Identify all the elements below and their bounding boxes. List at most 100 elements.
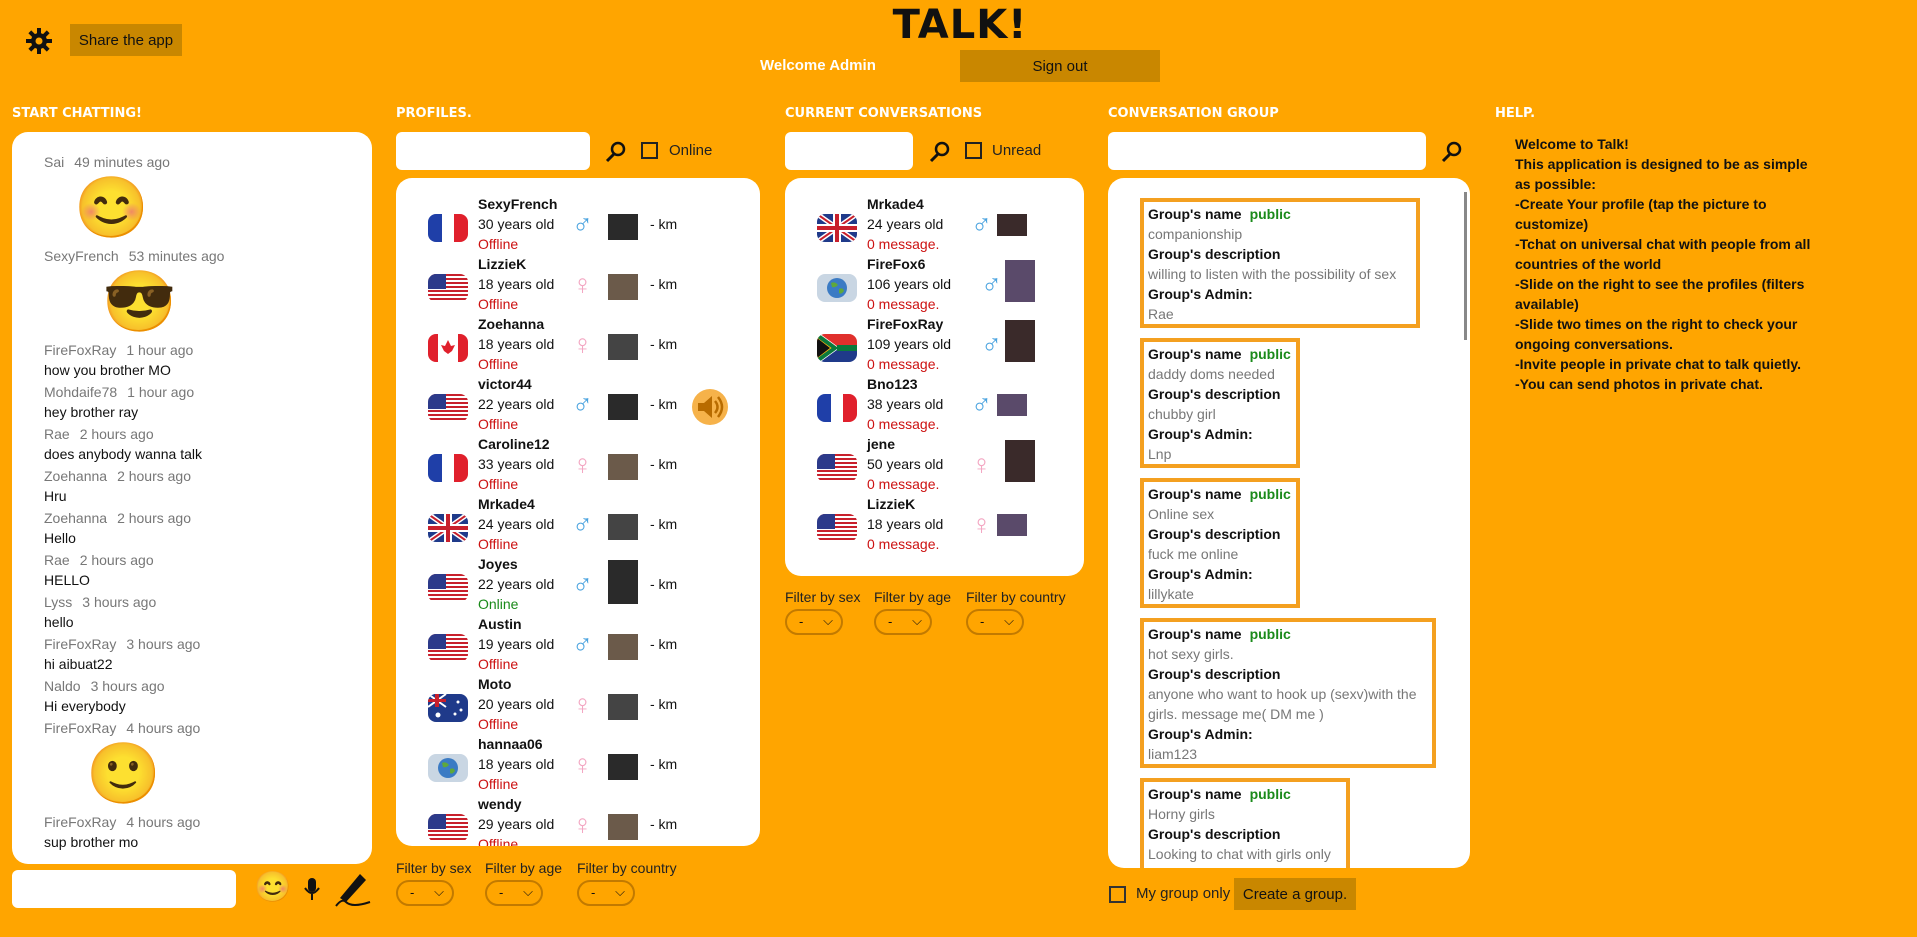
- chat-message: FireFoxRay 4 hours ago 🙂: [44, 718, 364, 810]
- profile-photo[interactable]: [608, 514, 638, 540]
- chat-username[interactable]: Rae: [44, 552, 70, 568]
- speaker-icon[interactable]: [690, 387, 730, 430]
- share-app-button[interactable]: Share the app: [70, 24, 182, 56]
- group-card[interactable]: Group's name public hot sexy girls. Group's…: [1140, 618, 1436, 768]
- chat-username[interactable]: Lyss: [44, 594, 72, 610]
- gear-icon[interactable]: [26, 28, 52, 54]
- profile-row[interactable]: Zoehanna 18 years old Offline ♀ - km: [396, 316, 760, 380]
- online-checkbox[interactable]: [641, 142, 658, 159]
- profile-photo[interactable]: [608, 454, 638, 480]
- group-public-badge: public: [1249, 346, 1291, 362]
- profile-row[interactable]: Joyes 22 years old Online ♂ - km: [396, 556, 760, 620]
- search-icon[interactable]: [604, 140, 628, 164]
- conversation-row[interactable]: jene 50 years old 0 message. ♀: [785, 436, 1084, 500]
- profiles-filter-age-select[interactable]: - ⌵: [485, 880, 543, 906]
- conversation-row[interactable]: Bno123 38 years old 0 message. ♂: [785, 376, 1084, 440]
- male-icon: ♂: [572, 509, 593, 540]
- conv-filter-country-select[interactable]: - ⌵: [966, 609, 1024, 635]
- conv-filter-sex-select[interactable]: - ⌵: [785, 609, 843, 635]
- conversation-photo[interactable]: [997, 394, 1027, 416]
- chat-username[interactable]: Sai: [44, 154, 64, 170]
- group-card[interactable]: Group's name public Online sex Group's desc…: [1140, 478, 1300, 608]
- profile-row[interactable]: Caroline12 33 years old Offline ♀ - km: [396, 436, 760, 500]
- profiles-search-input[interactable]: [396, 132, 590, 170]
- profile-age: 29 years old: [478, 816, 555, 832]
- chat-message: FireFoxRay 4 hours ago sup brother mo: [44, 812, 364, 852]
- profile-photo[interactable]: [608, 334, 638, 360]
- conversation-photo[interactable]: [997, 514, 1027, 536]
- chat-username[interactable]: Rae: [44, 426, 70, 442]
- chat-message: FireFoxRay 1 hour ago how you brother MO: [44, 340, 364, 380]
- profiles-filter-country-select[interactable]: - ⌵: [577, 880, 635, 906]
- profile-photo[interactable]: [608, 634, 638, 660]
- profile-photo[interactable]: [608, 754, 638, 780]
- microphone-icon[interactable]: [302, 876, 322, 905]
- profile-status: Offline: [478, 656, 519, 672]
- chat-panel[interactable]: Sai 49 minutes ago 😊 SexyFrench 53 minutes a…: [12, 132, 372, 864]
- chat-meta: Naldo 3 hours ago: [44, 676, 364, 696]
- group-card[interactable]: Group's name public companionship Group's d…: [1140, 198, 1420, 328]
- female-icon: ♀: [572, 809, 593, 840]
- conversations-search-input[interactable]: [785, 132, 913, 170]
- group-desc-label: Group's description: [1148, 386, 1281, 402]
- chat-username[interactable]: FireFoxRay: [44, 814, 116, 830]
- conv-filter-age-select[interactable]: - ⌵: [874, 609, 932, 635]
- chat-username[interactable]: FireFoxRay: [44, 636, 116, 652]
- female-icon: ♀: [572, 689, 593, 720]
- profiles-panel[interactable]: SexyFrench 30 years old Offline ♂ - km Lizzie…: [396, 178, 760, 846]
- profile-row[interactable]: wendy 29 years old Offline ♀ - km: [396, 796, 760, 846]
- conversation-photo[interactable]: [997, 214, 1027, 236]
- chat-time: 3 hours ago: [82, 594, 157, 610]
- conversation-row[interactable]: Mrkade4 24 years old 0 message. ♂: [785, 196, 1084, 260]
- emoji-icon[interactable]: 😊: [254, 871, 291, 905]
- chat-username[interactable]: FireFoxRay: [44, 342, 116, 358]
- chat-input[interactable]: [12, 870, 236, 908]
- profile-row[interactable]: LizzieK 18 years old Offline ♀ - km: [396, 256, 760, 320]
- search-icon[interactable]: [1440, 140, 1464, 164]
- profile-photo[interactable]: [608, 214, 638, 240]
- profile-photo[interactable]: [608, 274, 638, 300]
- profiles-filter-sex-select[interactable]: - ⌵: [396, 880, 454, 906]
- select-value: -: [888, 614, 893, 629]
- unread-checkbox[interactable]: [965, 142, 982, 159]
- profile-photo[interactable]: [608, 394, 638, 420]
- drawing-pen-icon[interactable]: [332, 868, 372, 911]
- profile-row[interactable]: Mrkade4 24 years old Offline ♂ - km: [396, 496, 760, 560]
- conversation-photo[interactable]: [1005, 260, 1035, 302]
- conversation-photo[interactable]: [1005, 320, 1035, 362]
- chat-username[interactable]: Naldo: [44, 678, 81, 694]
- profile-photo[interactable]: [608, 814, 638, 840]
- profile-photo[interactable]: [608, 694, 638, 720]
- chat-username[interactable]: Zoehanna: [44, 468, 107, 484]
- profile-photo[interactable]: [608, 560, 638, 604]
- select-value: -: [980, 614, 985, 629]
- conversation-photo[interactable]: [1005, 440, 1035, 482]
- group-card[interactable]: Group's name public daddy doms needed Group…: [1140, 338, 1300, 468]
- profile-row[interactable]: SexyFrench 30 years old Offline ♂ - km: [396, 196, 760, 260]
- group-name-label-row: Group's name public: [1148, 784, 1342, 804]
- group-card[interactable]: Group's name public Horny girls Group's des…: [1140, 778, 1350, 868]
- chat-username[interactable]: SexyFrench: [44, 248, 119, 264]
- conversation-row[interactable]: FireFoxRay 109 years old 0 message. ♂: [785, 316, 1084, 380]
- conversation-row[interactable]: LizzieK 18 years old 0 message. ♀: [785, 496, 1084, 560]
- profile-row[interactable]: Moto 20 years old Offline ♀ - km: [396, 676, 760, 740]
- female-icon: ♀: [572, 449, 593, 480]
- profile-age: 18 years old: [478, 756, 555, 772]
- groups-search-input[interactable]: [1108, 132, 1426, 170]
- conversations-panel[interactable]: Mrkade4 24 years old 0 message. ♂ FireFox6 10…: [785, 178, 1084, 576]
- groups-scrollbar[interactable]: [1464, 192, 1467, 340]
- search-icon[interactable]: [928, 140, 952, 164]
- my-group-only-checkbox[interactable]: [1109, 886, 1126, 903]
- groups-panel[interactable]: Group's name public companionship Group's d…: [1108, 178, 1470, 868]
- profile-row[interactable]: Austin 19 years old Offline ♂ - km: [396, 616, 760, 680]
- sign-out-button[interactable]: Sign out: [960, 50, 1160, 82]
- chat-username[interactable]: Mohdaife78: [44, 384, 117, 400]
- chat-username[interactable]: FireFoxRay: [44, 720, 116, 736]
- conversation-message-count: 0 message.: [867, 536, 940, 552]
- profile-row[interactable]: hannaa06 18 years old Offline ♀ - km: [396, 736, 760, 800]
- group-name-label: Group's name: [1148, 486, 1242, 502]
- create-group-button[interactable]: Create a group.: [1234, 878, 1356, 910]
- group-admin: Lnp: [1148, 446, 1172, 462]
- chat-username[interactable]: Zoehanna: [44, 510, 107, 526]
- conversation-row[interactable]: FireFox6 106 years old 0 message. ♂: [785, 256, 1084, 320]
